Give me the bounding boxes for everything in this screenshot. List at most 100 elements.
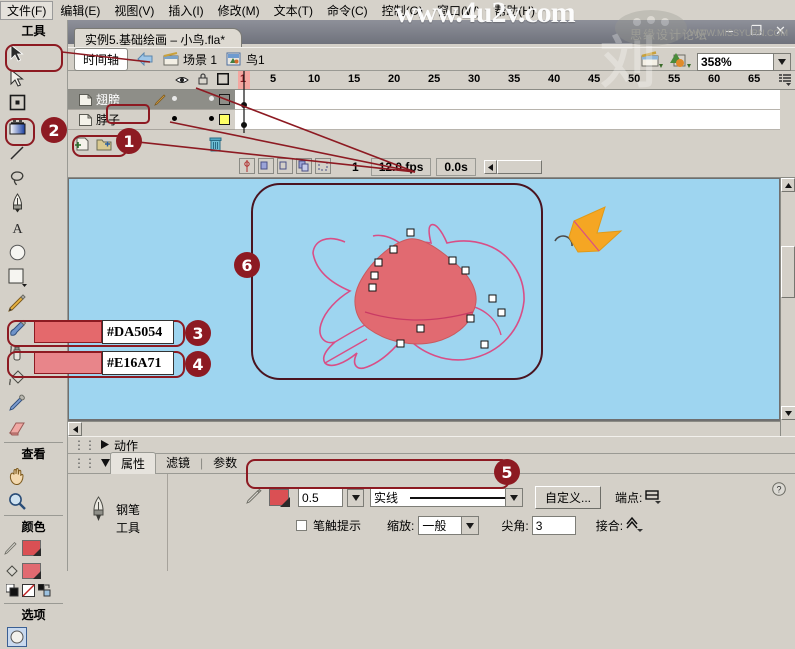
- stage-vertical-scrollbar[interactable]: [780, 178, 795, 436]
- eyedropper-tool-icon[interactable]: [0, 390, 34, 415]
- ink-bottle-tool-icon[interactable]: [0, 340, 34, 365]
- miter-label: 尖角:: [501, 517, 528, 534]
- paint-bucket-tool-icon[interactable]: [0, 365, 34, 390]
- zoom-dropdown-arrow-icon[interactable]: [774, 53, 791, 71]
- menu-commands[interactable]: 命令(C): [320, 1, 375, 20]
- scroll-left-button[interactable]: [68, 422, 82, 436]
- timeline-ruler[interactable]: 1 5 10 15 20 25 30 35 40 45 50 55 60 65: [235, 71, 795, 90]
- modify-onion-markers-button[interactable]: [296, 158, 312, 177]
- stroke-hinting-checkbox[interactable]: [296, 520, 307, 531]
- no-color-button[interactable]: [22, 584, 35, 597]
- stroke-style-dropdown-icon[interactable]: [505, 489, 522, 506]
- tab-filters[interactable]: 滤镜: [156, 452, 200, 473]
- rectangle-tool-icon[interactable]: [0, 265, 34, 290]
- fps-indicator[interactable]: 12.0 fps: [371, 158, 432, 176]
- stroke-color-chip[interactable]: [22, 540, 41, 556]
- eye-icon[interactable]: [175, 74, 189, 88]
- color-shortcut-row: [0, 582, 67, 597]
- layer-name-neck[interactable]: 脖子: [96, 111, 120, 128]
- edit-multiple-frames-button[interactable]: [277, 158, 293, 177]
- menu-file[interactable]: 文件(F): [0, 1, 53, 20]
- stroke-options-row: 笔触提示 缩放: 一般 尖角: 3 接合:: [296, 516, 644, 535]
- stage-canvas[interactable]: [69, 179, 779, 419]
- timeline-scroll-left-button[interactable]: [484, 160, 497, 174]
- lasso-tool-icon[interactable]: [0, 165, 34, 190]
- subselection-tool-icon[interactable]: [0, 65, 34, 90]
- properties-panel: 钢笔 工具 0.5 实线 自定义... 端点: [68, 474, 795, 571]
- pencil-tool-icon[interactable]: [0, 290, 34, 315]
- join-style-selector[interactable]: [626, 516, 644, 535]
- zoom-value[interactable]: 358%: [697, 53, 774, 71]
- outline-icon[interactable]: [217, 73, 229, 88]
- timeline-toggle-button[interactable]: 时间轴: [74, 48, 128, 71]
- delete-layer-button[interactable]: [209, 137, 222, 155]
- layer-outline-color-wing[interactable]: [219, 94, 230, 105]
- ruler-tick-35: 35: [508, 73, 520, 85]
- center-frame-button[interactable]: [315, 158, 331, 177]
- cap-style-selector[interactable]: [645, 488, 661, 507]
- menu-control[interactable]: 控制(O): [375, 1, 430, 20]
- document-tab[interactable]: 实例5.基础绘画 – 小鸟.fla*: [74, 28, 242, 47]
- frames-area: 1 5 10 15 20 25 30 35 40 45 50 55 60 65: [235, 71, 795, 178]
- tab-parameters[interactable]: 参数: [203, 452, 247, 473]
- scroll-down-button[interactable]: [781, 406, 795, 420]
- svg-text:?: ?: [776, 485, 781, 495]
- collapse-arrow-icon[interactable]: [101, 456, 110, 473]
- bird-artwork[interactable]: [69, 179, 779, 419]
- menu-view[interactable]: 视图(V): [107, 1, 161, 20]
- black-white-button[interactable]: [6, 584, 19, 597]
- lock-icon[interactable]: [198, 73, 208, 88]
- layer-page-icon: [79, 94, 92, 106]
- fill-color-hex[interactable]: #E16A71: [102, 351, 174, 375]
- text-tool-icon[interactable]: A: [0, 215, 34, 240]
- layer-row-neck[interactable]: 脖子: [68, 110, 235, 130]
- breadcrumb-symbol[interactable]: 鸟1: [226, 51, 265, 68]
- back-arrow-icon[interactable]: [136, 52, 154, 66]
- vertical-scroll-thumb[interactable]: [781, 246, 795, 298]
- stroke-color-hex[interactable]: #DA5054: [102, 320, 174, 344]
- hand-tool-icon[interactable]: [0, 463, 34, 488]
- gradient-transform-tool-icon[interactable]: [0, 115, 34, 140]
- zoom-tool-icon[interactable]: [0, 488, 34, 513]
- stroke-height-field[interactable]: 0.5: [298, 488, 343, 507]
- menu-modify[interactable]: 修改(M): [211, 1, 267, 20]
- selection-tool-icon[interactable]: [0, 40, 34, 65]
- brush-tool-icon[interactable]: [0, 315, 34, 340]
- fill-color-preview-swatch: [34, 352, 102, 374]
- document-window: – ❐ ✕ 实例5.基础绘画 – 小鸟.fla* 时间轴 场景 1 鸟1: [68, 20, 795, 571]
- new-folder-button[interactable]: [96, 137, 112, 154]
- menu-window[interactable]: 窗口(W): [430, 1, 487, 20]
- menu-help[interactable]: 帮助(H): [487, 1, 542, 20]
- swap-colors-button[interactable]: [38, 584, 51, 597]
- eraser-tool-icon[interactable]: [0, 415, 34, 440]
- scroll-up-button[interactable]: [781, 178, 795, 192]
- watermark-forum-logo: 思缘设计论坛 WWW.MISSYURN.COM: [605, 2, 790, 50]
- pen-tool-icon[interactable]: [0, 190, 34, 215]
- stroke-color-swatch[interactable]: [269, 489, 289, 506]
- layer-row-wing[interactable]: 翅膀: [68, 90, 235, 110]
- onion-skin-button[interactable]: [239, 158, 255, 177]
- scale-dropdown-icon[interactable]: [461, 517, 478, 534]
- stroke-height-dropdown-icon[interactable]: [347, 489, 364, 507]
- layer-outline-color-neck[interactable]: [219, 114, 230, 125]
- menu-edit[interactable]: 编辑(E): [53, 1, 107, 20]
- expand-arrow-icon[interactable]: [101, 438, 109, 452]
- custom-stroke-button[interactable]: 自定义...: [535, 486, 601, 509]
- free-transform-tool-icon[interactable]: [0, 90, 34, 115]
- help-icon[interactable]: ?: [772, 482, 786, 499]
- stage-horizontal-scrollbar[interactable]: [68, 421, 780, 436]
- breadcrumb-scene[interactable]: 场景 1: [163, 51, 217, 68]
- menu-insert[interactable]: 插入(I): [161, 1, 210, 20]
- miter-value-field[interactable]: 3: [532, 516, 576, 535]
- layer-name-wing[interactable]: 翅膀: [96, 91, 120, 108]
- oval-tool-icon[interactable]: [0, 240, 34, 265]
- line-tool-icon[interactable]: [0, 140, 34, 165]
- onion-outline-button[interactable]: [258, 158, 274, 177]
- new-layer-button[interactable]: [74, 137, 90, 154]
- object-drawing-option-icon[interactable]: [0, 624, 34, 649]
- frame-view-menu-icon[interactable]: [779, 74, 792, 89]
- menu-text[interactable]: 文本(T): [267, 1, 320, 20]
- timeline-scrollbar[interactable]: [497, 160, 542, 174]
- tab-properties[interactable]: 属性: [110, 452, 156, 474]
- symbol-view-icon[interactable]: [668, 51, 692, 72]
